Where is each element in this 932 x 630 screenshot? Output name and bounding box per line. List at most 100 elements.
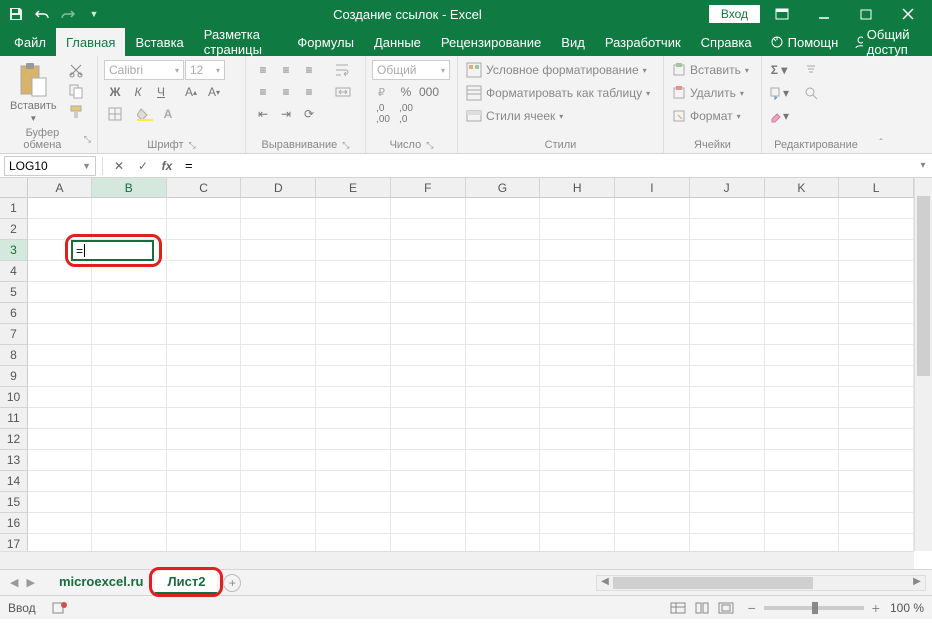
cell[interactable]	[690, 324, 765, 345]
autosum-icon[interactable]: Σ ▾	[768, 60, 790, 80]
column-header[interactable]: A	[28, 178, 92, 198]
collapse-ribbon-icon[interactable]: ˆ	[870, 56, 892, 153]
cell[interactable]	[765, 408, 840, 429]
horizontal-scrollbar[interactable]: ◀▶	[596, 575, 926, 591]
cell[interactable]	[241, 513, 316, 534]
cell[interactable]	[765, 198, 840, 219]
cell[interactable]	[316, 198, 391, 219]
cell[interactable]	[167, 513, 242, 534]
cell[interactable]	[466, 303, 541, 324]
row-header[interactable]: 9	[0, 366, 28, 387]
cell[interactable]	[839, 492, 914, 513]
tab-home[interactable]: Главная	[56, 28, 125, 56]
column-header[interactable]: J	[690, 178, 765, 198]
zoom-slider[interactable]	[764, 606, 864, 610]
cell[interactable]	[391, 492, 466, 513]
cell[interactable]	[839, 471, 914, 492]
cell[interactable]	[167, 471, 242, 492]
cell[interactable]	[540, 450, 615, 471]
cell[interactable]	[241, 282, 316, 303]
cell[interactable]	[391, 408, 466, 429]
cell[interactable]	[92, 471, 167, 492]
cell[interactable]	[615, 240, 690, 261]
row-header[interactable]: 13	[0, 450, 28, 471]
cell[interactable]	[540, 261, 615, 282]
column-header[interactable]: C	[167, 178, 242, 198]
cell[interactable]	[167, 324, 242, 345]
clipboard-launcher-icon[interactable]: ⤡	[84, 134, 91, 145]
zoom-in-icon[interactable]: +	[872, 600, 880, 616]
delete-cells-button[interactable]: Удалить ▾	[670, 83, 755, 103]
cell[interactable]	[615, 513, 690, 534]
copy-icon[interactable]	[65, 81, 87, 101]
cell[interactable]	[765, 345, 840, 366]
cell[interactable]	[391, 303, 466, 324]
cell[interactable]	[391, 513, 466, 534]
cell[interactable]	[391, 429, 466, 450]
cell[interactable]	[92, 198, 167, 219]
cell[interactable]	[241, 324, 316, 345]
conditional-formatting-button[interactable]: Условное форматирование ▾	[464, 60, 657, 80]
cell[interactable]	[316, 219, 391, 240]
sheet-tab-1[interactable]: Лист2	[155, 571, 217, 594]
cell[interactable]	[316, 303, 391, 324]
column-header[interactable]: G	[466, 178, 541, 198]
cell[interactable]	[167, 303, 242, 324]
cell[interactable]	[316, 324, 391, 345]
decrease-indent-icon[interactable]: ⇤	[252, 104, 274, 124]
cell[interactable]	[92, 303, 167, 324]
cell[interactable]	[839, 450, 914, 471]
cell[interactable]	[615, 492, 690, 513]
cell[interactable]	[391, 366, 466, 387]
row-header[interactable]: 16	[0, 513, 28, 534]
wrap-text-icon[interactable]	[332, 60, 354, 80]
cell[interactable]	[839, 513, 914, 534]
cell[interactable]	[690, 471, 765, 492]
row-header[interactable]: 12	[0, 429, 28, 450]
save-icon[interactable]	[4, 2, 28, 26]
cell[interactable]	[690, 366, 765, 387]
increase-indent-icon[interactable]: ⇥	[275, 104, 297, 124]
cell[interactable]	[540, 198, 615, 219]
sort-filter-icon[interactable]	[800, 60, 822, 80]
cell[interactable]	[466, 219, 541, 240]
cell[interactable]	[690, 261, 765, 282]
cell[interactable]	[241, 471, 316, 492]
row-header[interactable]: 4	[0, 261, 28, 282]
underline-button[interactable]: Ч	[150, 82, 172, 102]
row-header[interactable]: 15	[0, 492, 28, 513]
borders-icon[interactable]	[104, 104, 126, 124]
fill-icon[interactable]: ▾	[768, 83, 790, 103]
cell[interactable]	[690, 282, 765, 303]
cell[interactable]	[839, 387, 914, 408]
cell[interactable]	[28, 303, 92, 324]
page-layout-view-icon[interactable]	[690, 599, 714, 617]
number-launcher-icon[interactable]: ⤡	[426, 140, 433, 151]
column-header[interactable]: H	[540, 178, 615, 198]
qat-customize-icon[interactable]: ▼	[82, 2, 106, 26]
cell[interactable]	[316, 408, 391, 429]
cell[interactable]	[765, 492, 840, 513]
cell[interactable]	[167, 387, 242, 408]
cell[interactable]	[28, 282, 92, 303]
cell[interactable]	[615, 345, 690, 366]
cell[interactable]	[765, 240, 840, 261]
cell[interactable]	[540, 219, 615, 240]
row-header[interactable]: 5	[0, 282, 28, 303]
cell[interactable]	[466, 324, 541, 345]
cell[interactable]	[765, 513, 840, 534]
cell[interactable]	[839, 282, 914, 303]
row-header[interactable]: 10	[0, 387, 28, 408]
cell[interactable]	[28, 345, 92, 366]
row-header[interactable]: 3	[0, 240, 28, 261]
active-cell[interactable]: =	[71, 240, 154, 261]
column-header[interactable]: I	[615, 178, 690, 198]
accounting-icon[interactable]: ₽	[372, 82, 394, 102]
tab-pagelayout[interactable]: Разметка страницы	[194, 28, 288, 56]
name-box[interactable]: LOG10▼	[4, 156, 96, 176]
cell[interactable]	[765, 261, 840, 282]
font-launcher-icon[interactable]: ⤡	[189, 140, 196, 151]
cell[interactable]	[466, 492, 541, 513]
normal-view-icon[interactable]	[666, 599, 690, 617]
column-header[interactable]: B	[92, 178, 167, 198]
